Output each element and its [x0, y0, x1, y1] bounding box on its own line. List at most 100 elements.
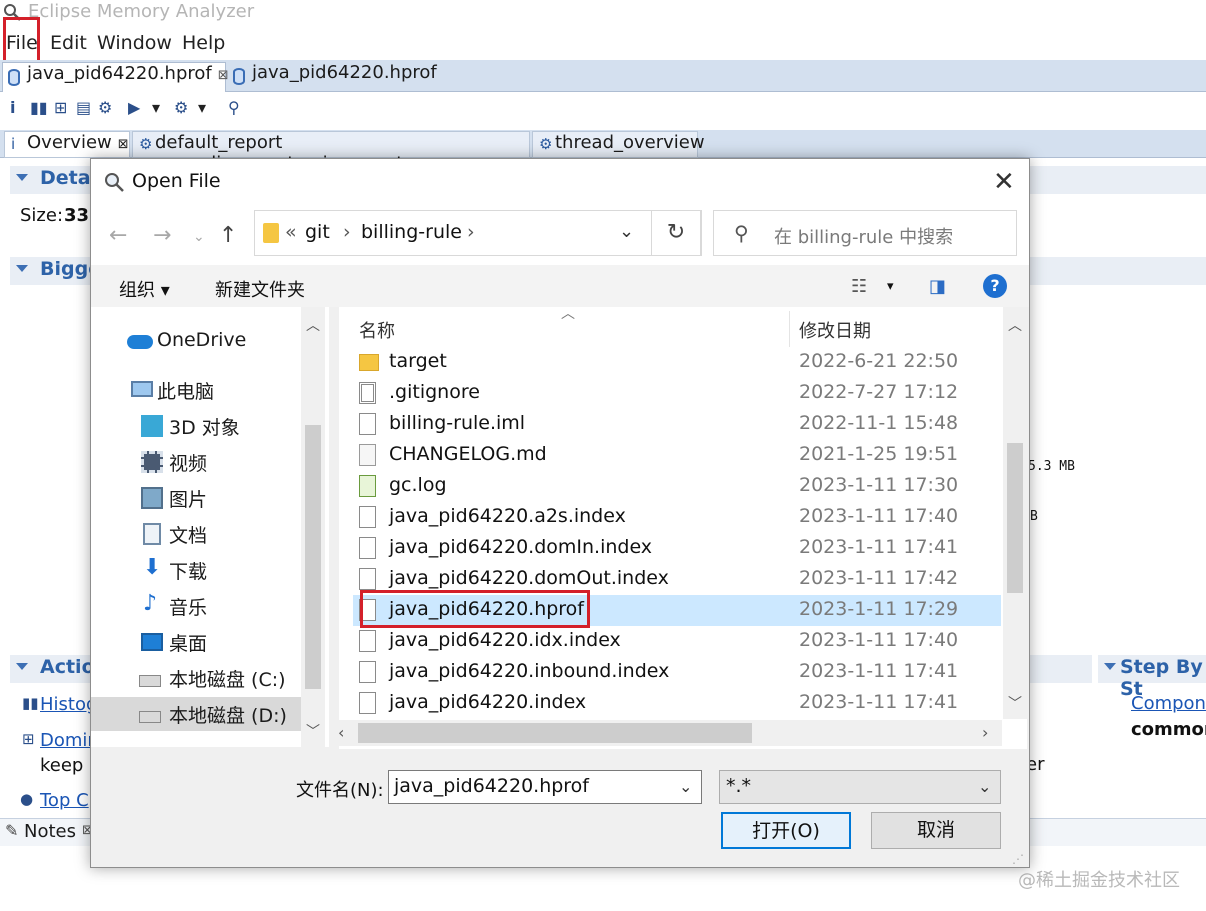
view-options-icon[interactable]: ☷: [851, 276, 867, 297]
nav-item-drive-d[interactable]: 本地磁盘 (D:): [91, 697, 301, 731]
breadcrumb-git[interactable]: git: [305, 221, 330, 243]
memory-analyzer-icon: [105, 173, 124, 192]
file-date: 2023-1-11 17:41: [799, 536, 959, 558]
scroll-down-icon[interactable]: ﹀: [306, 721, 320, 741]
scroll-thumb[interactable]: [1007, 443, 1023, 593]
nav-item-desktop[interactable]: 桌面: [91, 625, 301, 659]
refresh-button[interactable]: ↻: [651, 210, 701, 256]
chevron-down-icon[interactable]: ▾: [198, 98, 206, 117]
dominator-tree-icon[interactable]: ⊞: [54, 98, 67, 117]
nav-item-this-pc[interactable]: 此电脑: [91, 373, 301, 407]
tab-thread-overview[interactable]: ⚙ thread_overview: [532, 131, 705, 158]
scroll-thumb[interactable]: [358, 723, 752, 743]
file-row[interactable]: java_pid64220.domIn.index 2023-1-11 17:4…: [353, 533, 1001, 564]
menu-help[interactable]: Help: [182, 32, 225, 54]
histogram-icon[interactable]: ▮▮: [30, 98, 48, 117]
notes-label[interactable]: Notes: [24, 821, 76, 842]
scroll-thumb[interactable]: [305, 425, 321, 689]
nav-item-music[interactable]: ♪ 音乐: [91, 589, 301, 623]
file-row[interactable]: gc.log 2023-1-11 17:30: [353, 471, 1001, 502]
query-browser-icon[interactable]: ⚙: [174, 98, 188, 117]
file-name: .gitignore: [389, 381, 480, 403]
chevron-down-icon[interactable]: ⌄: [679, 777, 692, 796]
scroll-down-icon[interactable]: ﹀: [1008, 693, 1022, 713]
chevron-down-icon[interactable]: ⌄: [978, 777, 991, 796]
histogram-link[interactable]: Histog: [40, 694, 97, 715]
cancel-button[interactable]: 取消: [871, 812, 1001, 849]
nav-item-pictures[interactable]: 图片: [91, 481, 301, 515]
scroll-left-icon[interactable]: ‹: [338, 723, 344, 742]
scroll-up-icon[interactable]: ︿: [306, 315, 320, 335]
pictures-icon: [141, 487, 163, 509]
nav-item-drive-c[interactable]: 本地磁盘 (C:): [91, 661, 301, 695]
back-arrow-icon[interactable]: ←: [109, 223, 127, 248]
scroll-up-icon[interactable]: ︿: [1008, 315, 1022, 335]
address-bar[interactable]: « git › billing-rule › ⌄: [254, 210, 702, 256]
breadcrumb-billing-rule[interactable]: billing-rule: [361, 221, 462, 243]
heap-dump-icon: [233, 68, 245, 85]
resize-grip-icon[interactable]: ⋰: [1012, 852, 1024, 866]
nav-item-onedrive[interactable]: OneDrive: [91, 325, 301, 359]
file-type-filter[interactable]: *.* ⌄: [719, 770, 1001, 804]
navigation-scrollbar[interactable]: ︿ ﹀: [301, 307, 325, 747]
close-icon[interactable]: ✕: [993, 167, 1015, 197]
chevron-down-icon[interactable]: ▾: [152, 98, 160, 117]
size-label: Size:: [20, 205, 64, 226]
nav-item-3d-objects[interactable]: 3D 对象: [91, 409, 301, 443]
chevron-down-icon[interactable]: ⌄: [619, 221, 634, 242]
search-box[interactable]: ⚲ 在 billing-rule 中搜索: [713, 210, 1017, 256]
column-header-name[interactable]: 名称: [359, 317, 395, 343]
chevron-down-icon[interactable]: ⌄: [193, 229, 205, 245]
tab-overview[interactable]: i Overview ⊠: [4, 131, 130, 158]
forward-arrow-icon[interactable]: →: [153, 223, 171, 248]
file-row[interactable]: .gitignore 2022-7-27 17:12: [353, 378, 1001, 409]
filename-value: java_pid64220.hprof: [394, 775, 590, 797]
run-report-icon[interactable]: ▶: [128, 98, 140, 117]
file-date: 2023-1-11 17:40: [799, 629, 959, 651]
chevron-right-icon[interactable]: ›: [343, 221, 351, 243]
file-row[interactable]: target 2022-6-21 22:50: [353, 347, 1001, 378]
file-row[interactable]: java_pid64220.index 2023-1-11 17:41: [353, 688, 1001, 719]
component-desc: common: [1131, 719, 1206, 740]
oql-icon[interactable]: ▤: [76, 98, 91, 117]
menu-edit[interactable]: Edit: [50, 32, 87, 54]
file-row[interactable]: java_pid64220.inbound.index 2023-1-11 17…: [353, 657, 1001, 688]
chevron-down-icon[interactable]: ▾: [887, 279, 894, 294]
organize-button[interactable]: 组织 ▾: [119, 276, 170, 302]
column-divider[interactable]: [789, 311, 790, 347]
tab-default-report[interactable]: ⚙ default_report org.eclipse.mat.api:sus…: [132, 131, 530, 174]
file-list-scrollbar[interactable]: ︿ ﹀: [1003, 307, 1027, 719]
top-consumers-link[interactable]: Top C: [40, 790, 89, 811]
file-list-horizontal-scrollbar[interactable]: ‹ ›: [330, 720, 1002, 746]
filename-input[interactable]: java_pid64220.hprof ⌄: [388, 770, 702, 804]
file-row[interactable]: java_pid64220.idx.index 2023-1-11 17:40: [353, 626, 1001, 657]
file-icon: [359, 630, 376, 652]
nav-item-downloads[interactable]: ⬇ 下载: [91, 553, 301, 587]
file-row[interactable]: CHANGELOG.md 2021-1-25 19:51: [353, 440, 1001, 471]
nav-item-documents[interactable]: 文档: [91, 517, 301, 551]
editor-tabbar: java_pid64220.hprof ⊠ java_pid64220.hprof: [0, 60, 1206, 92]
nav-item-videos[interactable]: 视频: [91, 445, 301, 479]
new-folder-button[interactable]: 新建文件夹: [215, 276, 305, 302]
column-header-date[interactable]: 修改日期: [799, 317, 871, 343]
component-report-link[interactable]: Compon: [1131, 693, 1206, 714]
chevron-right-icon[interactable]: ›: [467, 221, 475, 243]
file-row[interactable]: java_pid64220.a2s.index 2023-1-11 17:40: [353, 502, 1001, 533]
up-arrow-icon[interactable]: ↑: [219, 223, 237, 248]
search-icon[interactable]: ⚲: [228, 98, 240, 117]
step-by-step-section-header[interactable]: Step By St: [1098, 655, 1206, 700]
close-icon[interactable]: ⊠: [118, 137, 129, 152]
scroll-right-icon[interactable]: ›: [982, 723, 988, 742]
query-icon[interactable]: ⚙: [98, 98, 112, 117]
preview-pane-icon[interactable]: ◨: [929, 276, 946, 297]
editor-tab-hprof-1[interactable]: java_pid64220.hprof ⊠: [2, 62, 229, 92]
breadcrumb-overflow[interactable]: «: [285, 221, 297, 243]
editor-tab-hprof-2[interactable]: java_pid64220.hprof: [228, 62, 438, 92]
menu-window[interactable]: Window: [97, 32, 172, 54]
help-icon[interactable]: ?: [983, 274, 1007, 298]
open-button[interactable]: 打开(O): [721, 812, 851, 849]
file-date: 2023-1-11 17:41: [799, 660, 959, 682]
file-row[interactable]: billing-rule.iml 2022-11-1 15:48: [353, 409, 1001, 440]
3d-objects-icon: [141, 415, 163, 437]
info-icon[interactable]: i: [10, 98, 15, 117]
